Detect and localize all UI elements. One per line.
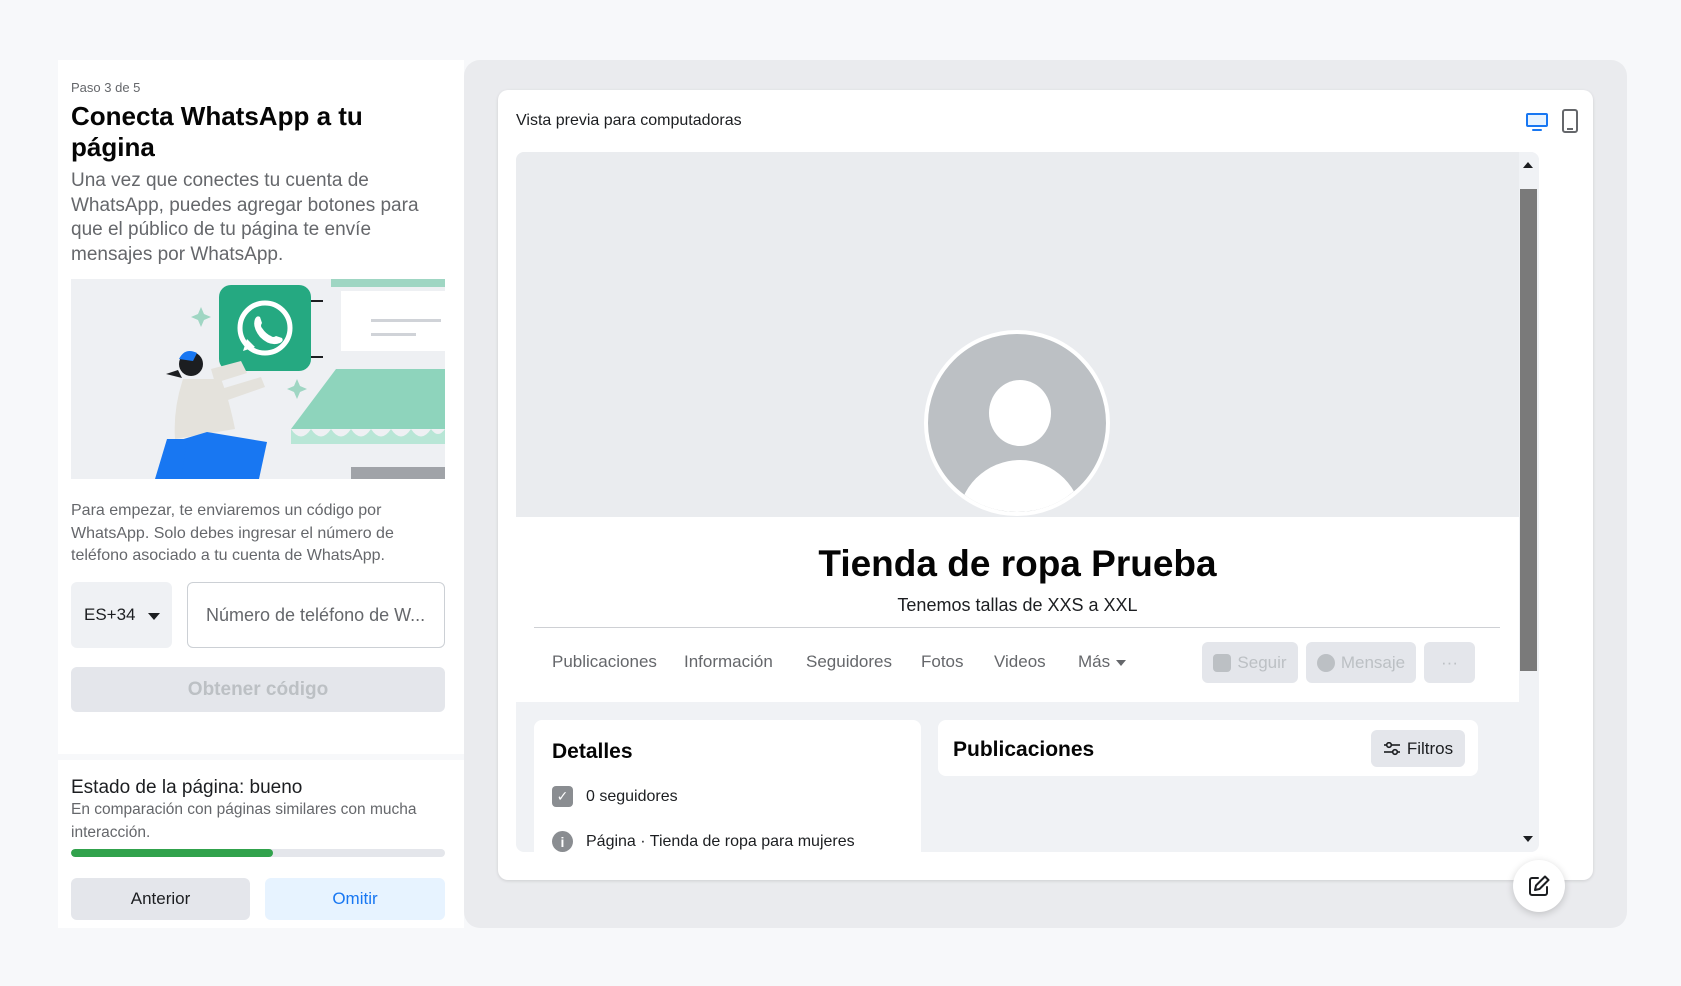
preview-panel: Vista previa para computadoras Tienda de…: [464, 60, 1627, 928]
details-card: Detalles ✓ 0 seguidores i Página · Tiend…: [534, 720, 921, 852]
followers-row: ✓ 0 seguidores: [552, 786, 678, 807]
caret-down-icon: [1116, 659, 1127, 666]
desktop-icon[interactable]: [1525, 112, 1549, 132]
profile-picture: [924, 330, 1110, 516]
message-button[interactable]: Mensaje: [1306, 642, 1416, 683]
preview-card: Vista previa para computadoras Tienda de…: [498, 90, 1593, 880]
scroll-down-icon[interactable]: [1523, 836, 1533, 842]
edit-icon: [1529, 875, 1550, 896]
more-options-label: ···: [1441, 652, 1458, 672]
filters-button[interactable]: Filtros: [1371, 730, 1465, 767]
tab-fotos[interactable]: Fotos: [921, 629, 964, 695]
intro-text: Para empezar, te enviaremos un código po…: [71, 502, 394, 564]
phone-number-input[interactable]: [187, 582, 445, 648]
get-code-button[interactable]: Obtener código: [71, 667, 445, 712]
step-indicator: Paso 3 de 5: [71, 80, 141, 95]
edit-button[interactable]: [1513, 860, 1565, 912]
scroll-up-icon[interactable]: [1523, 162, 1533, 168]
filters-icon: [1383, 741, 1400, 755]
setup-panel: Paso 3 de 5 Conecta WhatsApp a tu página…: [58, 60, 464, 928]
page-status-title: Estado de la página: bueno: [71, 777, 303, 798]
messenger-icon: [1316, 653, 1335, 672]
page-status-progress-fill: [71, 849, 273, 857]
chevron-down-icon: [147, 613, 160, 620]
more-options-button[interactable]: ···: [1424, 642, 1475, 683]
page-status-section: Estado de la página: bueno En comparació…: [58, 754, 464, 928]
category-text: Página · Tienda de ropa para mujeres: [586, 833, 855, 851]
details-title: Detalles: [552, 740, 633, 763]
page-name: Tienda de ropa Prueba: [818, 543, 1217, 584]
avatar-body: [958, 460, 1082, 512]
country-code-select[interactable]: ES+34: [71, 582, 172, 648]
step-description: Una vez que conectes tu cuenta de WhatsA…: [71, 170, 419, 265]
tab-publicaciones[interactable]: Publicaciones: [552, 629, 657, 695]
scrollbar-thumb[interactable]: [1520, 189, 1537, 671]
tab-videos[interactable]: Videos: [994, 629, 1046, 695]
follow-button[interactable]: Seguir: [1202, 642, 1298, 683]
posts-title: Publicaciones: [953, 738, 1095, 761]
previous-button[interactable]: Anterior: [71, 878, 250, 920]
preview-scrollbar[interactable]: [1519, 152, 1539, 852]
follow-icon: [1213, 653, 1232, 672]
info-icon: i: [552, 831, 573, 852]
tab-seguidores[interactable]: Seguidores: [806, 629, 892, 695]
tab-mas-label: Más: [1078, 652, 1111, 671]
setup-step: Paso 3 de 5 Conecta WhatsApp a tu página…: [58, 60, 464, 750]
skip-button[interactable]: Omitir: [265, 878, 445, 920]
page-header: Tienda de ropa Prueba Tenemos tallas de …: [516, 517, 1519, 702]
header-divider: [534, 627, 1500, 628]
step-title: Conecta WhatsApp a tu página: [71, 101, 363, 162]
page-tagline: Tenemos tallas de XXS a XXL: [897, 595, 1138, 615]
category-value: · Tienda de ropa para mujeres: [635, 832, 855, 850]
message-label: Mensaje: [1340, 652, 1406, 672]
country-code-value: ES+34: [84, 605, 136, 624]
mobile-icon[interactable]: [1561, 109, 1579, 133]
follow-label: Seguir: [1237, 652, 1287, 672]
category-row: i Página · Tienda de ropa para mujeres: [552, 831, 855, 852]
tab-mas[interactable]: Más: [1078, 629, 1127, 695]
check-icon: ✓: [552, 786, 573, 807]
whatsapp-illustration: [71, 279, 445, 479]
avatar-head: [989, 380, 1051, 446]
page-status-progress: [71, 849, 445, 857]
tab-informacion[interactable]: Información: [684, 629, 773, 695]
page-status-description: En comparación con páginas similares con…: [71, 801, 417, 841]
page-tabs: Publicaciones Información Seguidores Fot…: [534, 629, 1500, 695]
followers-count: 0 seguidores: [586, 787, 678, 805]
page-preview-frame: Tienda de ropa Prueba Tenemos tallas de …: [516, 152, 1539, 852]
filters-label: Filtros: [1406, 738, 1454, 758]
posts-card: Publicaciones Filtros: [938, 720, 1478, 776]
category-prefix: Página: [586, 832, 636, 850]
preview-title: Vista previa para computadoras: [516, 112, 742, 129]
